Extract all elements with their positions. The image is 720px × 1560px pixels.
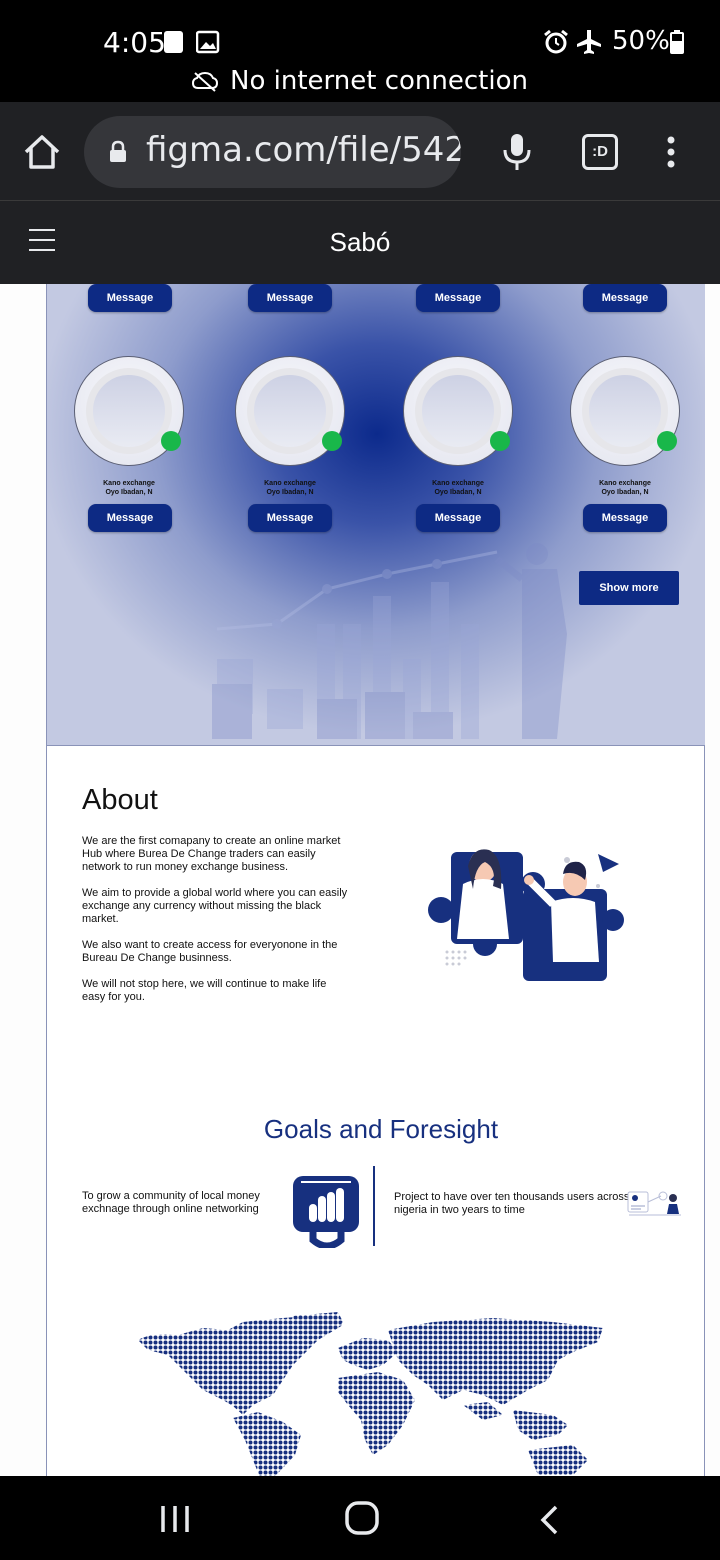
exchanger-avatar[interactable] bbox=[74, 356, 184, 466]
url-text: figma.com/file/542 bbox=[146, 130, 461, 170]
about-title: About bbox=[82, 784, 158, 816]
message-button[interactable]: Message bbox=[248, 284, 332, 312]
home-icon bbox=[24, 135, 60, 169]
microphone-icon bbox=[503, 134, 531, 170]
address-bar[interactable]: figma.com/file/542 bbox=[84, 116, 461, 188]
airplane-mode-icon bbox=[576, 29, 602, 60]
about-paragraph: We also want to create access for everyo… bbox=[82, 939, 338, 964]
message-button[interactable]: Message bbox=[416, 504, 500, 532]
show-more-button[interactable]: Show more bbox=[579, 571, 679, 605]
exchanger-caption: Kano exchange Oyo Ibadan, N bbox=[403, 479, 513, 497]
browser-home-button[interactable] bbox=[22, 132, 62, 172]
exchanger-name: Kano exchange bbox=[432, 480, 484, 487]
exchanger-name: Kano exchange bbox=[264, 480, 316, 487]
goal-community-text: To grow a community of local money exchn… bbox=[82, 1190, 260, 1215]
world-map-illustration bbox=[138, 1312, 603, 1476]
system-home-button[interactable] bbox=[344, 1500, 380, 1541]
exchanger-name: Kano exchange bbox=[599, 480, 651, 487]
exchangers-section: Message Message Message Message Kano exc… bbox=[47, 284, 705, 746]
exchanger-avatar[interactable] bbox=[403, 356, 513, 466]
online-status-dot bbox=[322, 431, 342, 451]
connection-notice: No internet connection bbox=[0, 66, 720, 96]
exchanger-location: Oyo Ibadan, N bbox=[601, 489, 649, 496]
message-button[interactable]: Message bbox=[248, 504, 332, 532]
exchanger-caption: Kano exchange Oyo Ibadan, N bbox=[235, 479, 345, 497]
lock-icon bbox=[108, 140, 128, 169]
online-status-dot bbox=[490, 431, 510, 451]
online-status-dot bbox=[657, 431, 677, 451]
message-button[interactable]: Message bbox=[583, 284, 667, 312]
message-button[interactable]: Message bbox=[416, 284, 500, 312]
status-time: 4:05 bbox=[103, 26, 166, 59]
about-paragraph: We will not stop here, we will continue … bbox=[82, 978, 327, 990]
exchanger-location: Oyo Ibadan, N bbox=[105, 489, 153, 496]
battery-percent: 50% bbox=[612, 26, 670, 56]
about-paragraph: easy for you. bbox=[82, 991, 145, 1003]
exchanger-name: Kano exchange bbox=[103, 480, 155, 487]
browser-menu-button[interactable] bbox=[664, 136, 678, 173]
design-frame: Message Message Message Message Kano exc… bbox=[46, 284, 705, 1476]
recent-apps-icon bbox=[161, 1506, 189, 1532]
exchanger-caption: Kano exchange Oyo Ibadan, N bbox=[570, 479, 680, 497]
more-vert-icon bbox=[667, 136, 675, 168]
tab-switcher-button[interactable]: :D bbox=[582, 134, 618, 170]
message-button[interactable]: Message bbox=[583, 504, 667, 532]
back-button[interactable] bbox=[538, 1504, 562, 1541]
alarm-icon bbox=[543, 29, 569, 60]
message-button[interactable]: Message bbox=[88, 284, 172, 312]
collaboration-illustration bbox=[428, 849, 624, 981]
home-circle-icon bbox=[345, 1501, 379, 1535]
goal-users-text: Project to have over ten thousands users… bbox=[394, 1191, 630, 1216]
goals-divider bbox=[373, 1166, 375, 1246]
voice-search-button[interactable] bbox=[500, 132, 534, 177]
online-status-dot bbox=[161, 431, 181, 451]
exchanger-location: Oyo Ibadan, N bbox=[434, 489, 482, 496]
sim-icon bbox=[163, 30, 185, 59]
cloud-off-icon bbox=[192, 71, 219, 92]
recent-apps-button[interactable] bbox=[160, 1504, 190, 1539]
chart-illustration bbox=[212, 543, 567, 739]
about-text: We are the first comapany to create an o… bbox=[82, 835, 352, 1004]
message-button[interactable]: Message bbox=[88, 504, 172, 532]
goals-title: Goals and Foresight bbox=[263, 1114, 499, 1144]
figma-canvas: Message Message Message Message Kano exc… bbox=[0, 284, 720, 1476]
app-header: Sabó bbox=[0, 200, 720, 284]
battery-icon bbox=[670, 30, 684, 59]
app-title: Sabó bbox=[329, 227, 391, 257]
system-nav-bar bbox=[0, 1476, 720, 1560]
exchanger-avatar[interactable] bbox=[570, 356, 680, 466]
exchanger-caption: Kano exchange Oyo Ibadan, N bbox=[74, 479, 184, 497]
back-chevron-icon bbox=[540, 1505, 558, 1535]
exchanger-location: Oyo Ibadan, N bbox=[266, 489, 314, 496]
connection-notice-text: No internet connection bbox=[230, 66, 528, 96]
about-paragraph: We aim to provide a global world where y… bbox=[82, 887, 348, 925]
community-fist-icon bbox=[293, 1176, 359, 1248]
exchanger-avatar[interactable] bbox=[235, 356, 345, 466]
browser-toolbar: figma.com/file/542 :D bbox=[0, 102, 720, 200]
gallery-icon bbox=[195, 30, 220, 59]
status-bar: 4:05 50% No internet connection bbox=[0, 0, 720, 102]
about-paragraph: We are the first comapany to create an o… bbox=[82, 835, 341, 873]
project-growth-icon bbox=[627, 1191, 681, 1216]
